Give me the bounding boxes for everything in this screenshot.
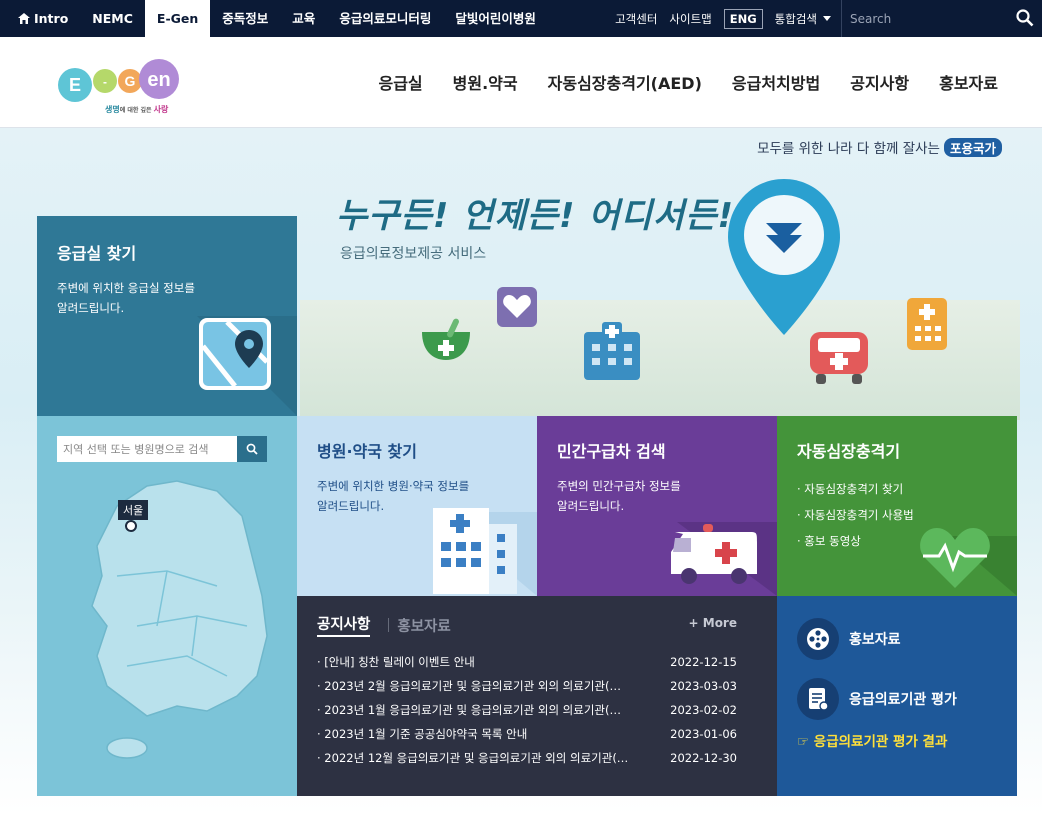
top-utility: 고객센터 사이트맵 ENG 통합검색: [615, 0, 1042, 37]
mainnav-notice[interactable]: 공지사항: [850, 70, 909, 94]
er-desc-line1: 주변에 위치한 응급실 정보를: [57, 281, 195, 295]
document-icon: [797, 678, 839, 720]
topnav-moonlight-hospital[interactable]: 달빛어린이병원: [443, 0, 548, 37]
mainnav-hospital-pharmacy[interactable]: 병원.약국: [453, 70, 518, 94]
er-evaluation-link[interactable]: 응급의료기관 평가: [797, 678, 997, 720]
pharmacy-bowl-icon: [422, 318, 470, 360]
evaluation-result-link[interactable]: ☞ 응급의료기관 평가 결과: [797, 730, 997, 750]
region-search-input[interactable]: [57, 436, 237, 462]
search-type-label: 통합검색: [774, 11, 817, 26]
notice-date: 2022-12-15: [670, 655, 737, 669]
notice-title: · [안내] 칭찬 릴레이 이벤트 안내: [317, 655, 475, 669]
hospital-desc-line1: 주변에 위치한 병원·약국 정보를: [317, 479, 470, 493]
notice-title: · 2022년 12월 응급의료기관 및 응급의료기관 외의 의료기관(…: [317, 751, 629, 765]
svg-text:E: E: [69, 75, 81, 95]
svg-text:G: G: [125, 73, 136, 89]
top-bar: Intro NEMC E-Gen 중독정보 교육 응급의료모니터링 달빛어린이병…: [0, 0, 1042, 37]
notice-row[interactable]: · 2023년 2월 응급의료기관 및 응급의료기관 외의 의료기관(… 2023…: [317, 677, 737, 701]
search-type-select[interactable]: 통합검색: [775, 11, 831, 27]
mainnav-pr[interactable]: 홍보자료: [939, 70, 998, 94]
hospital-icon: [433, 508, 537, 596]
mainnav-first-aid[interactable]: 응급처치방법: [732, 70, 820, 94]
notice-title: · 2023년 1월 응급의료기관 및 응급의료기관 외의 의료기관(…: [317, 703, 621, 717]
svg-text:-: -: [103, 75, 107, 89]
tile-private-ambulance[interactable]: 민간구급차 검색 주변의 민간구급차 정보를 알려드립니다.: [537, 416, 777, 596]
main-nav: 응급실 병원.약국 자동심장충격기(AED) 응급처치방법 공지사항 홍보자료: [348, 70, 998, 94]
more-link[interactable]: + More: [689, 616, 737, 630]
search-icon: [246, 443, 258, 455]
tab-pr[interactable]: 홍보자료: [397, 615, 450, 636]
notice-date: 2023-01-06: [670, 727, 737, 741]
region-search-button[interactable]: [237, 436, 267, 462]
home-icon: [18, 13, 30, 24]
aed-title: 자동심장충격기: [797, 442, 901, 461]
region-label-seoul[interactable]: 서울: [118, 500, 149, 520]
er-desc-line2: 알려드립니다.: [57, 301, 125, 315]
search-icon[interactable]: [1016, 9, 1034, 27]
global-search: [842, 0, 1042, 37]
hospital-building-icon: [584, 322, 640, 380]
topnav-intro[interactable]: Intro: [0, 0, 80, 37]
site-header: E - G en 생명에 대한 깊은 사랑 응급실 병원.약국 자동심장충격기(…: [0, 37, 1042, 128]
notice-title: · 2023년 1월 기준 공공심야약국 목록 안내: [317, 727, 528, 741]
tile-emergency-room[interactable]: 응급실 찾기 주변에 위치한 응급실 정보를 알려드립니다.: [37, 216, 297, 416]
notice-date: 2022-12-30: [670, 751, 737, 765]
svg-text:en: en: [147, 69, 170, 91]
hospital-title: 병원·약국 찾기: [317, 442, 417, 461]
topnav-nemc[interactable]: NEMC: [80, 0, 145, 37]
tile-region-map: 서울: [37, 416, 297, 796]
ambulance-icon: [671, 522, 777, 596]
tile-notices: 공지사항 홍보자료 + More · [안내] 칭찬 릴레이 이벤트 안내 202…: [297, 596, 777, 796]
top-nav: Intro NEMC E-Gen 중독정보 교육 응급의료모니터링 달빛어린이병…: [0, 0, 548, 37]
slogan: 모두를 위한 나라 다 함께 잘사는 포용국가: [757, 137, 1002, 157]
tab-notice[interactable]: 공지사항: [317, 613, 371, 637]
tile-pr-evaluation: 홍보자료 응급의료기관 평가 ☞ 응급의료기관 평가 결과: [777, 596, 1017, 796]
ambulance-front-icon: [810, 332, 868, 384]
chevron-down-icon: [823, 16, 831, 21]
topnav-education[interactable]: 교육: [280, 0, 327, 37]
notice-row[interactable]: · 2023년 1월 기준 공공심야약국 목록 안내 2023-01-06: [317, 725, 737, 749]
svg-text:생명에 대한 깊은 사랑: 생명에 대한 깊은 사랑: [105, 104, 169, 114]
eng-button[interactable]: ENG: [723, 8, 763, 29]
notice-date: 2023-03-03: [670, 679, 737, 693]
notice-row[interactable]: · 2023년 1월 응급의료기관 및 응급의료기관 외의 의료기관(… 2023…: [317, 701, 737, 725]
ambulance-desc-line1: 주변의 민간구급차 정보를: [557, 479, 681, 493]
aed-link-find[interactable]: · 자동심장충격기 찾기: [797, 476, 997, 502]
mainnav-aed[interactable]: 자동심장충격기(AED): [548, 70, 702, 94]
notice-list: · [안내] 칭찬 릴레이 이벤트 안내 2022-12-15 · 2023년 2…: [317, 653, 737, 773]
broken-heart-icon: [497, 287, 537, 327]
global-search-input[interactable]: [842, 0, 1042, 37]
topnav-monitoring[interactable]: 응급의료모니터링: [327, 0, 443, 37]
hero-title: 누구든! 언제든! 어디서든!: [336, 196, 734, 236]
ambulance-title: 민간구급차 검색: [557, 442, 666, 461]
notice-row[interactable]: · [안내] 칭찬 릴레이 이벤트 안내 2022-12-15: [317, 653, 737, 677]
notice-row[interactable]: · 2022년 12월 응급의료기관 및 응급의료기관 외의 의료기관(… 202…: [317, 749, 737, 773]
hero-subtitle: 응급의료정보제공 서비스: [340, 246, 487, 262]
topnav-poison-info[interactable]: 중독정보: [210, 0, 280, 37]
mainnav-emergency-room[interactable]: 응급실: [378, 70, 422, 94]
pr-materials-label: 홍보자료: [849, 632, 901, 648]
region-search: [57, 436, 267, 462]
heart-pulse-icon: [920, 528, 1017, 596]
egen-logo[interactable]: E - G en 생명에 대한 깊은 사랑: [55, 53, 191, 117]
film-reel-icon: [797, 618, 839, 660]
korea-map[interactable]: [77, 476, 277, 776]
topnav-egen[interactable]: E-Gen: [144, 0, 211, 37]
sitemap-link[interactable]: 사이트맵: [669, 11, 711, 27]
pharmacy-building-icon: [907, 298, 947, 350]
er-evaluation-label: 응급의료기관 평가: [849, 692, 957, 708]
pr-materials-link[interactable]: 홍보자료: [797, 618, 997, 660]
slogan-text: 모두를 위한 나라 다 함께 잘사는: [757, 141, 940, 157]
slogan-tag: 포용국가: [943, 138, 1002, 157]
notice-date: 2023-02-02: [670, 703, 737, 717]
topnav-intro-label: Intro: [34, 11, 69, 26]
tile-hospital-pharmacy[interactable]: 병원·약국 찾기 주변에 위치한 병원·약국 정보를 알려드립니다.: [297, 416, 537, 596]
er-title: 응급실 찾기: [57, 244, 137, 263]
tile-aed: 자동심장충격기 · 자동심장충격기 찾기 · 자동심장충격기 사용법 · 홍보 …: [777, 416, 1017, 596]
customer-center-link[interactable]: 고객센터: [615, 11, 657, 27]
location-pin-icon: [728, 179, 840, 335]
map-location-icon: [197, 316, 297, 416]
tab-separator: [388, 618, 390, 632]
notice-title: · 2023년 2월 응급의료기관 및 응급의료기관 외의 의료기관(…: [317, 679, 621, 693]
